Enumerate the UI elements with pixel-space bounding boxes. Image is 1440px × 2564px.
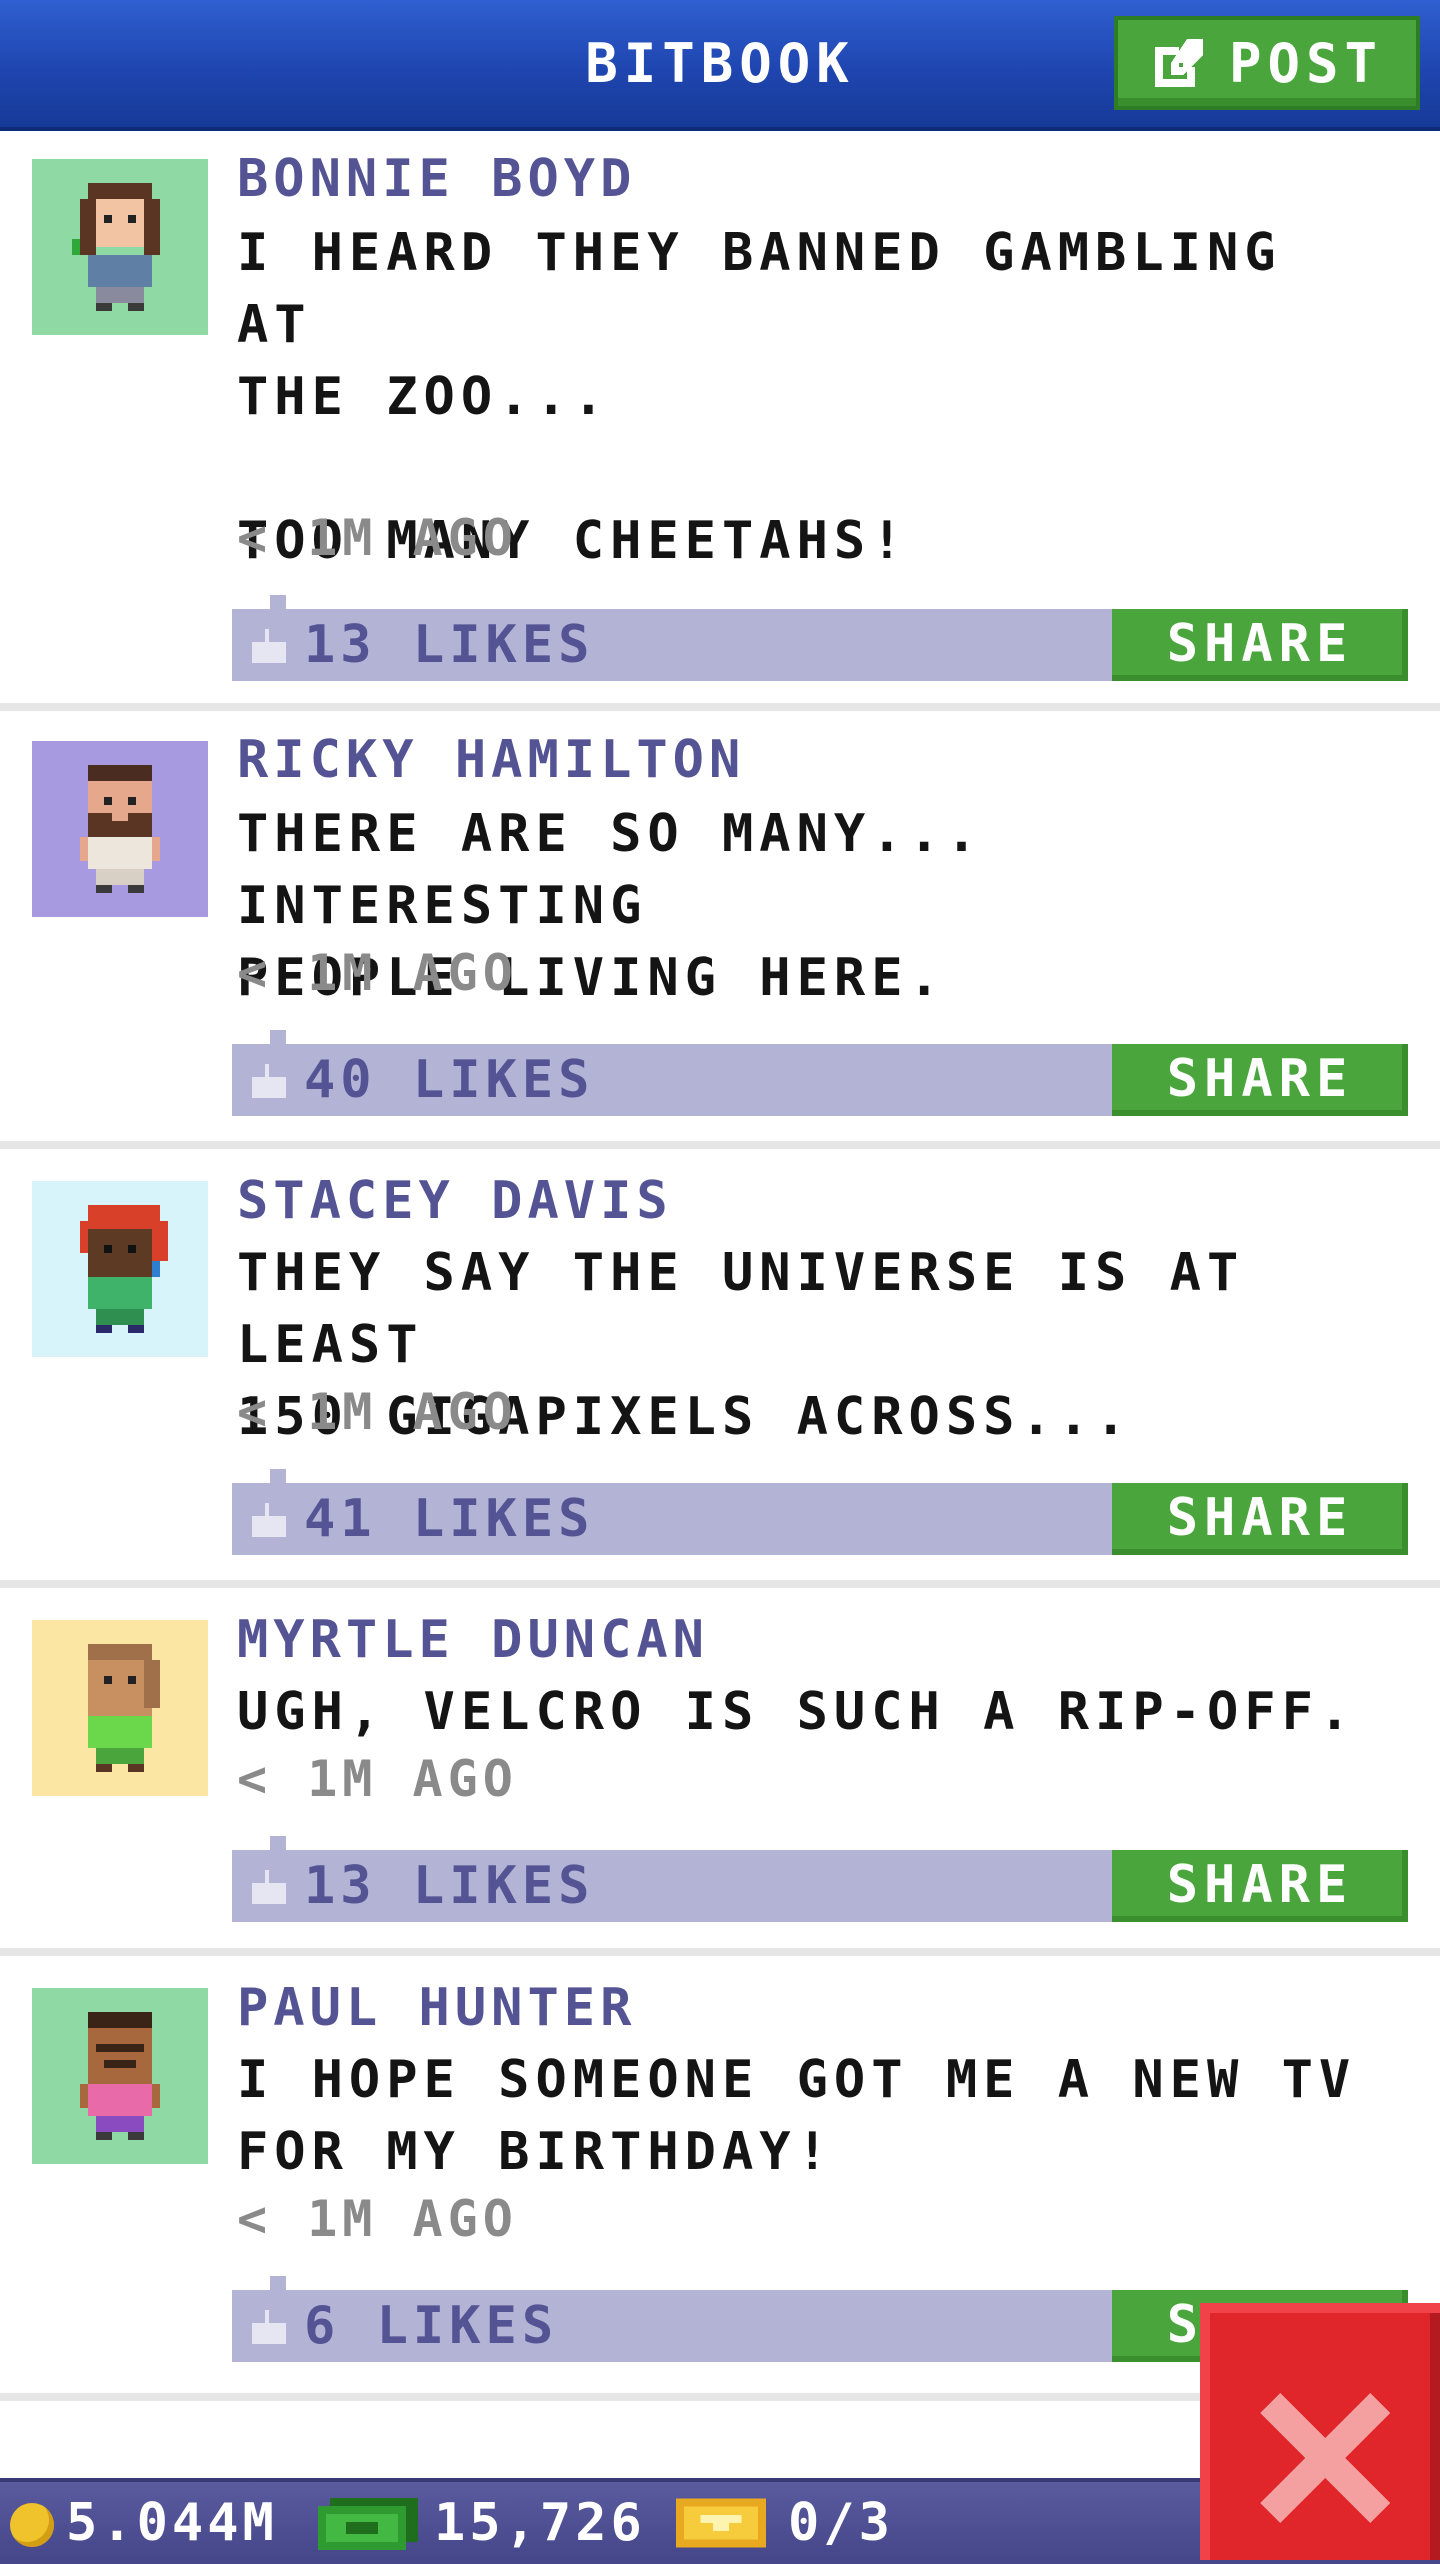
coin-count: 5.044M [66,2493,278,2553]
like-bar-notch [270,1836,286,1850]
share-button[interactable]: SHARE [1112,1044,1408,1116]
post-timestamp: < 1M AGO [237,509,518,567]
post-message: UGH, VELCRO IS SUCH A RIP-OFF. [237,1682,1357,1742]
ticket-icon [676,2498,766,2548]
post-timestamp: < 1M AGO [237,1750,518,1808]
like-count: 40 LIKES [304,1050,595,1110]
like-bar: 13 LIKES SHARE [232,595,1408,681]
like-count: 13 LIKES [304,615,595,675]
post-author[interactable]: PAUL HUNTER [237,1978,636,2038]
thumbs-up-icon[interactable] [252,1503,286,1537]
post-button-label: POST [1228,31,1384,95]
compose-icon [1154,39,1203,87]
post-divider [0,1580,1440,1588]
avatar[interactable] [32,741,208,917]
avatar[interactable] [32,1988,208,2164]
post-message: I HOPE SOMEONE GOT ME A NEW TV FOR MY BI… [237,2050,1357,2182]
post-author[interactable]: BONNIE BOYD [237,149,636,209]
like-bar-notch [270,1469,286,1483]
post-author[interactable]: STACEY DAVIS [237,1171,673,1231]
bux-cash-icon [318,2498,418,2550]
like-bar-notch [270,595,286,609]
post-divider [0,703,1440,711]
avatar[interactable] [32,1181,208,1357]
like-bar: 41 LIKES SHARE [232,1469,1408,1555]
like-count: 6 LIKES [304,2296,559,2356]
close-button[interactable] [1200,2303,1440,2560]
share-button[interactable]: SHARE [1112,1483,1408,1555]
post-author[interactable]: RICKY HAMILTON [237,730,745,790]
share-button[interactable]: SHARE [1112,1850,1408,1922]
thumbs-up-icon[interactable] [252,1870,286,1904]
like-count: 13 LIKES [304,1856,595,1916]
thumbs-up-icon[interactable] [252,629,286,663]
avatar[interactable] [32,159,208,335]
share-button[interactable]: SHARE [1112,609,1408,681]
post-divider [0,1141,1440,1149]
post-button[interactable]: POST [1114,16,1420,110]
post-timestamp: < 1M AGO [237,944,518,1002]
post-timestamp: < 1M AGO [237,1383,518,1441]
like-count: 41 LIKES [304,1489,595,1549]
post-divider [0,1948,1440,1956]
like-bar: 13 LIKES SHARE [232,1836,1408,1922]
post-timestamp: < 1M AGO [237,2190,518,2248]
avatar[interactable] [32,1620,208,1796]
thumbs-up-icon[interactable] [252,2310,286,2344]
like-bar: 40 LIKES SHARE [232,1030,1408,1116]
bux-count: 15,726 [434,2493,646,2553]
ticket-count: 0/3 [788,2493,894,2553]
like-bar-notch [270,1030,286,1044]
close-icon [1260,2393,1390,2523]
app-header: BITBOOK POST [0,0,1440,131]
post-author[interactable]: MYRTLE DUNCAN [237,1610,709,1670]
thumbs-up-icon[interactable] [252,1064,286,1098]
coin-icon [10,2503,54,2547]
like-bar-notch [270,2276,286,2290]
